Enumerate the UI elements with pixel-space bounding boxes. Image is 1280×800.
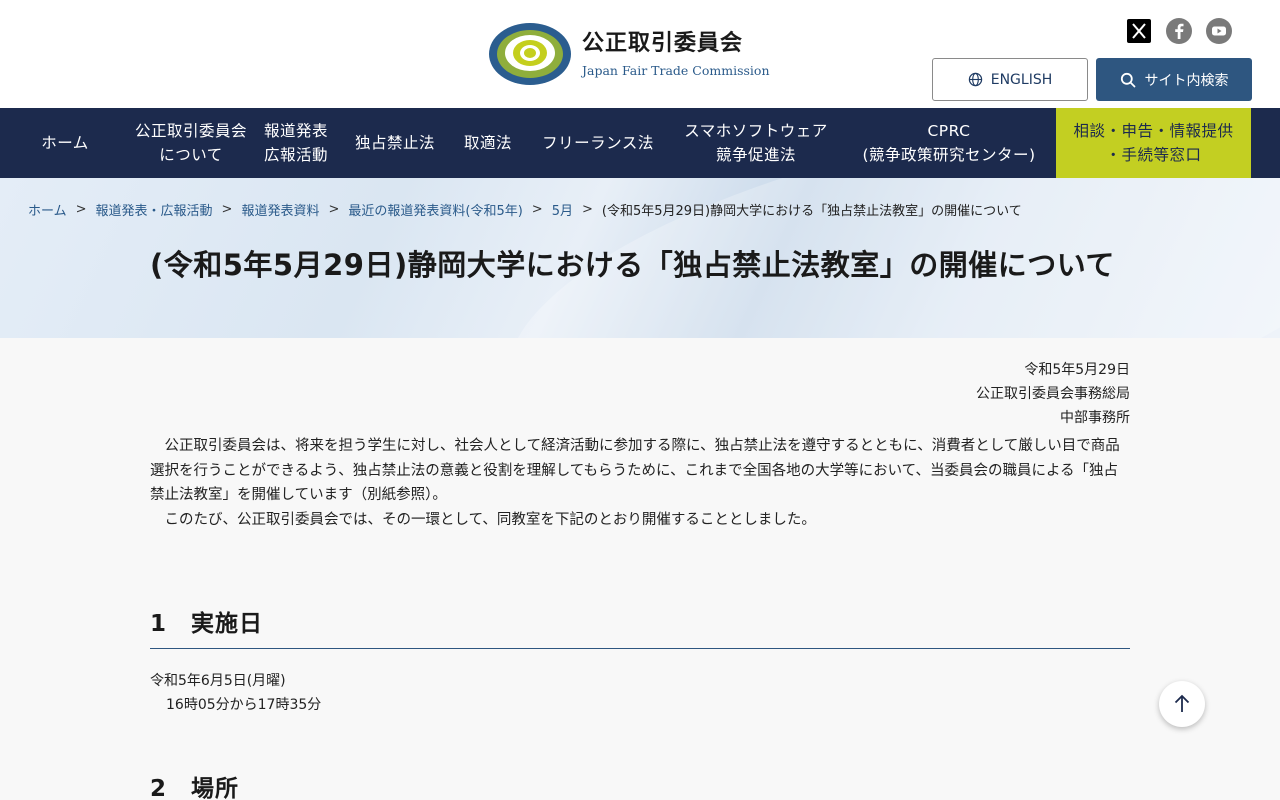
issuer-office: 中部事務所 xyxy=(1060,410,1130,426)
section-body-date: 令和5年6月5日(月曜) 16時05分から17時35分 xyxy=(150,669,1130,717)
event-date: 令和5年6月5日(月曜) xyxy=(150,673,286,689)
breadcrumb-separator: > xyxy=(531,202,543,217)
english-button[interactable]: ENGLISH xyxy=(932,58,1088,101)
intro-text: 公正取引委員会は、将来を担う学生に対し、社会人として経済活動に参加する際に、独占… xyxy=(150,434,1130,532)
dateline: 令和5年5月29日 公正取引委員会事務総局 中部事務所 xyxy=(150,358,1130,430)
nav-antimonopoly[interactable]: 独占禁止法 xyxy=(340,108,450,178)
page-title: (令和5年5月29日)静岡大学における「独占禁止法教室」の開催について xyxy=(150,248,1115,282)
breadcrumb-separator: > xyxy=(75,202,87,217)
english-label: ENGLISH xyxy=(990,71,1053,88)
nav-smartphone[interactable]: スマホソフトウェア 競争促進法 xyxy=(670,108,842,178)
event-time: 16時05分から17時35分 xyxy=(166,697,322,713)
youtube-icon[interactable] xyxy=(1206,18,1232,44)
globe-icon xyxy=(968,72,982,87)
breadcrumb-may[interactable]: 5月 xyxy=(552,200,573,219)
site-logo[interactable]: 公正取引委員会 Japan Fair Trade Commission xyxy=(488,22,770,86)
nav-home[interactable]: ホーム xyxy=(0,108,130,178)
arrow-up-icon xyxy=(1174,694,1190,712)
search-label: サイト内検索 xyxy=(1144,72,1229,89)
intro-paragraph-2: このたび、公正取引委員会では、その一環として、同教室を下記のとおり開催することと… xyxy=(164,511,816,528)
breadcrumb-separator: > xyxy=(221,202,233,217)
breadcrumb: ホーム > 報道発表・広報活動 > 報道発表資料 > 最近の報道発表資料(令和5… xyxy=(28,200,1022,219)
nav-cprc[interactable]: CPRC (競争政策研究センター) xyxy=(842,108,1056,178)
nav-subcontract[interactable]: 取適法 xyxy=(450,108,526,178)
section-heading-date: 1 実施日 xyxy=(150,604,1130,649)
nav-about[interactable]: 公正取引委員会 について xyxy=(130,108,252,178)
page-hero: ホーム > 報道発表・広報活動 > 報道発表資料 > 最近の報道発表資料(令和5… xyxy=(0,178,1280,338)
issuer-org: 公正取引委員会事務総局 xyxy=(976,386,1130,402)
back-to-top-button[interactable] xyxy=(1159,681,1205,727)
breadcrumb-home[interactable]: ホーム xyxy=(28,200,67,219)
social-links xyxy=(1126,18,1232,44)
nav-consultation[interactable]: 相談・申告・情報提供 ・手続等窓口 xyxy=(1056,108,1251,178)
intro-paragraph-1: 公正取引委員会は、将来を担う学生に対し、社会人として経済活動に参加する際に、独占… xyxy=(150,438,1120,503)
site-search-button[interactable]: サイト内検索 xyxy=(1096,58,1252,101)
org-name-ja: 公正取引委員会 xyxy=(582,31,744,56)
org-name-en: Japan Fair Trade Commission xyxy=(582,63,770,78)
nav-press[interactable]: 報道発表 広報活動 xyxy=(252,108,340,178)
x-icon[interactable] xyxy=(1126,18,1152,44)
site-header: 公正取引委員会 Japan Fair Trade Commission ENGL… xyxy=(0,0,1280,108)
section-heading-venue: 2 場所 xyxy=(150,776,240,800)
global-nav: ホーム 公正取引委員会 について 報道発表 広報活動 独占禁止法 取適法 フリー… xyxy=(0,108,1280,178)
breadcrumb-separator: > xyxy=(581,202,593,217)
breadcrumb-separator: > xyxy=(328,202,340,217)
breadcrumb-current: (令和5年5月29日)静岡大学における「独占禁止法教室」の開催について xyxy=(601,204,1022,219)
release-date: 令和5年5月29日 xyxy=(1024,362,1130,378)
main-content: 令和5年5月29日 公正取引委員会事務総局 中部事務所 公正取引委員会は、将来を… xyxy=(150,338,1130,800)
search-icon xyxy=(1120,72,1135,87)
breadcrumb-recent-r5[interactable]: 最近の報道発表資料(令和5年) xyxy=(348,200,522,219)
jftc-emblem-icon xyxy=(488,22,572,86)
facebook-icon[interactable] xyxy=(1166,18,1192,44)
nav-freelance[interactable]: フリーランス法 xyxy=(526,108,670,178)
breadcrumb-press[interactable]: 報道発表・広報活動 xyxy=(96,200,213,219)
breadcrumb-press-materials[interactable]: 報道発表資料 xyxy=(241,200,319,219)
